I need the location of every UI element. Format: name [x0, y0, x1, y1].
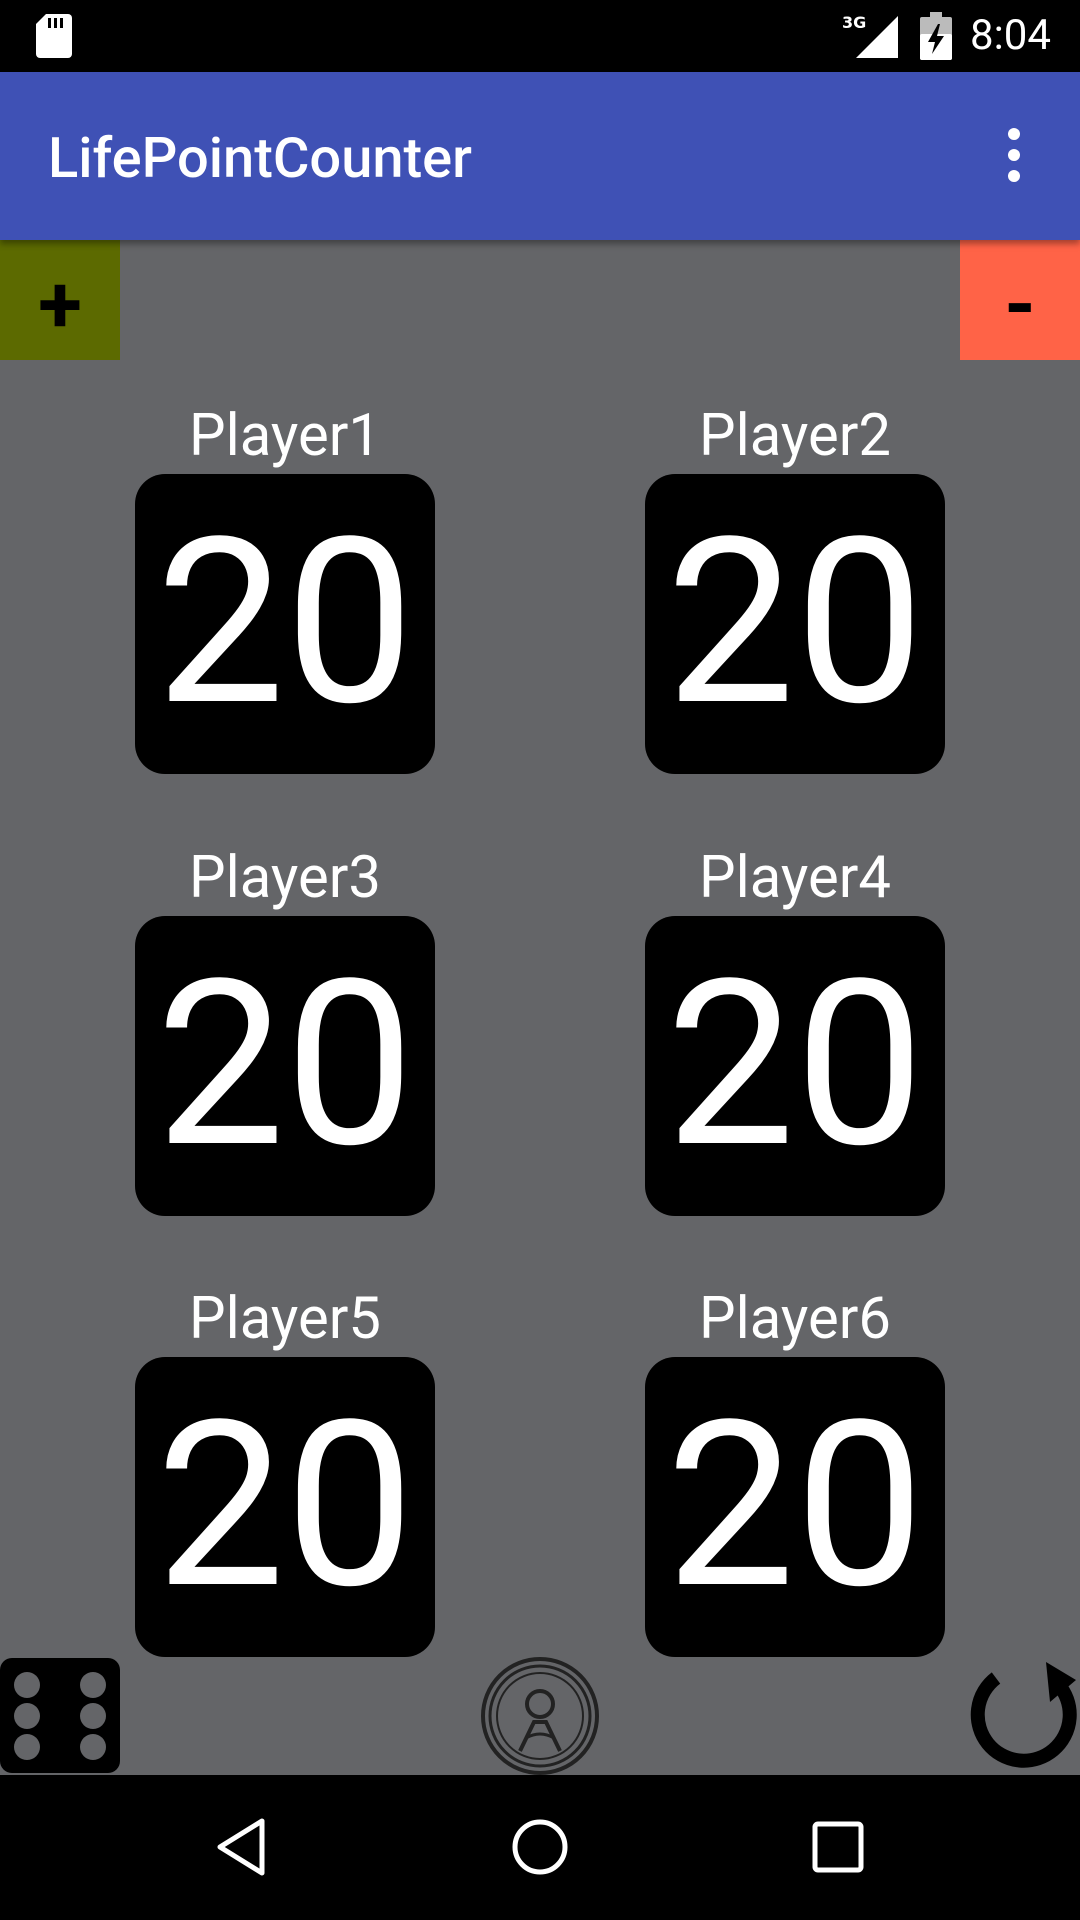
player-score[interactable]: 20 — [135, 916, 435, 1216]
player-score[interactable]: 20 — [645, 916, 945, 1216]
main-content: + - Player1 20 Player2 20 Player3 20 Pla… — [0, 240, 1080, 1775]
signal-icon: 3G — [842, 13, 898, 58]
sd-card-icon — [36, 14, 72, 58]
overflow-menu-icon[interactable] — [990, 128, 1038, 188]
player-name[interactable]: Player1 — [135, 398, 435, 474]
player-card: Player1 20 — [135, 398, 435, 774]
player-card: Player2 20 — [645, 398, 945, 774]
back-icon[interactable] — [210, 1815, 274, 1879]
player-card: Player4 20 — [645, 840, 945, 1216]
player-score[interactable]: 20 — [645, 474, 945, 774]
player-name[interactable]: Player3 — [135, 840, 435, 916]
recent-apps-icon[interactable] — [806, 1815, 870, 1879]
minus-button[interactable]: - — [960, 240, 1080, 360]
player-name[interactable]: Player5 — [135, 1281, 435, 1357]
plus-button[interactable]: + — [0, 240, 120, 360]
player-name[interactable]: Player4 — [645, 840, 945, 916]
player-name[interactable]: Player6 — [645, 1281, 945, 1357]
home-icon[interactable] — [508, 1815, 572, 1879]
status-bar: 3G 8:04 — [0, 0, 1080, 72]
dice-icon[interactable] — [0, 1658, 120, 1773]
player-card: Player6 20 — [645, 1281, 945, 1657]
battery-icon — [920, 12, 952, 60]
player-score[interactable]: 20 — [645, 1357, 945, 1657]
clock: 8:04 — [970, 11, 1051, 60]
player-card: Player3 20 — [135, 840, 435, 1216]
player-name[interactable]: Player2 — [645, 398, 945, 474]
app-title: LifePointCounter — [48, 125, 472, 191]
reset-icon[interactable] — [958, 1650, 1080, 1775]
player-score[interactable]: 20 — [135, 1357, 435, 1657]
svg-text:3G: 3G — [842, 13, 866, 32]
coin-icon[interactable] — [480, 1656, 600, 1776]
app-bar: LifePointCounter — [0, 72, 1080, 240]
navigation-bar — [0, 1775, 1080, 1920]
player-score[interactable]: 20 — [135, 474, 435, 774]
player-card: Player5 20 — [135, 1281, 435, 1657]
